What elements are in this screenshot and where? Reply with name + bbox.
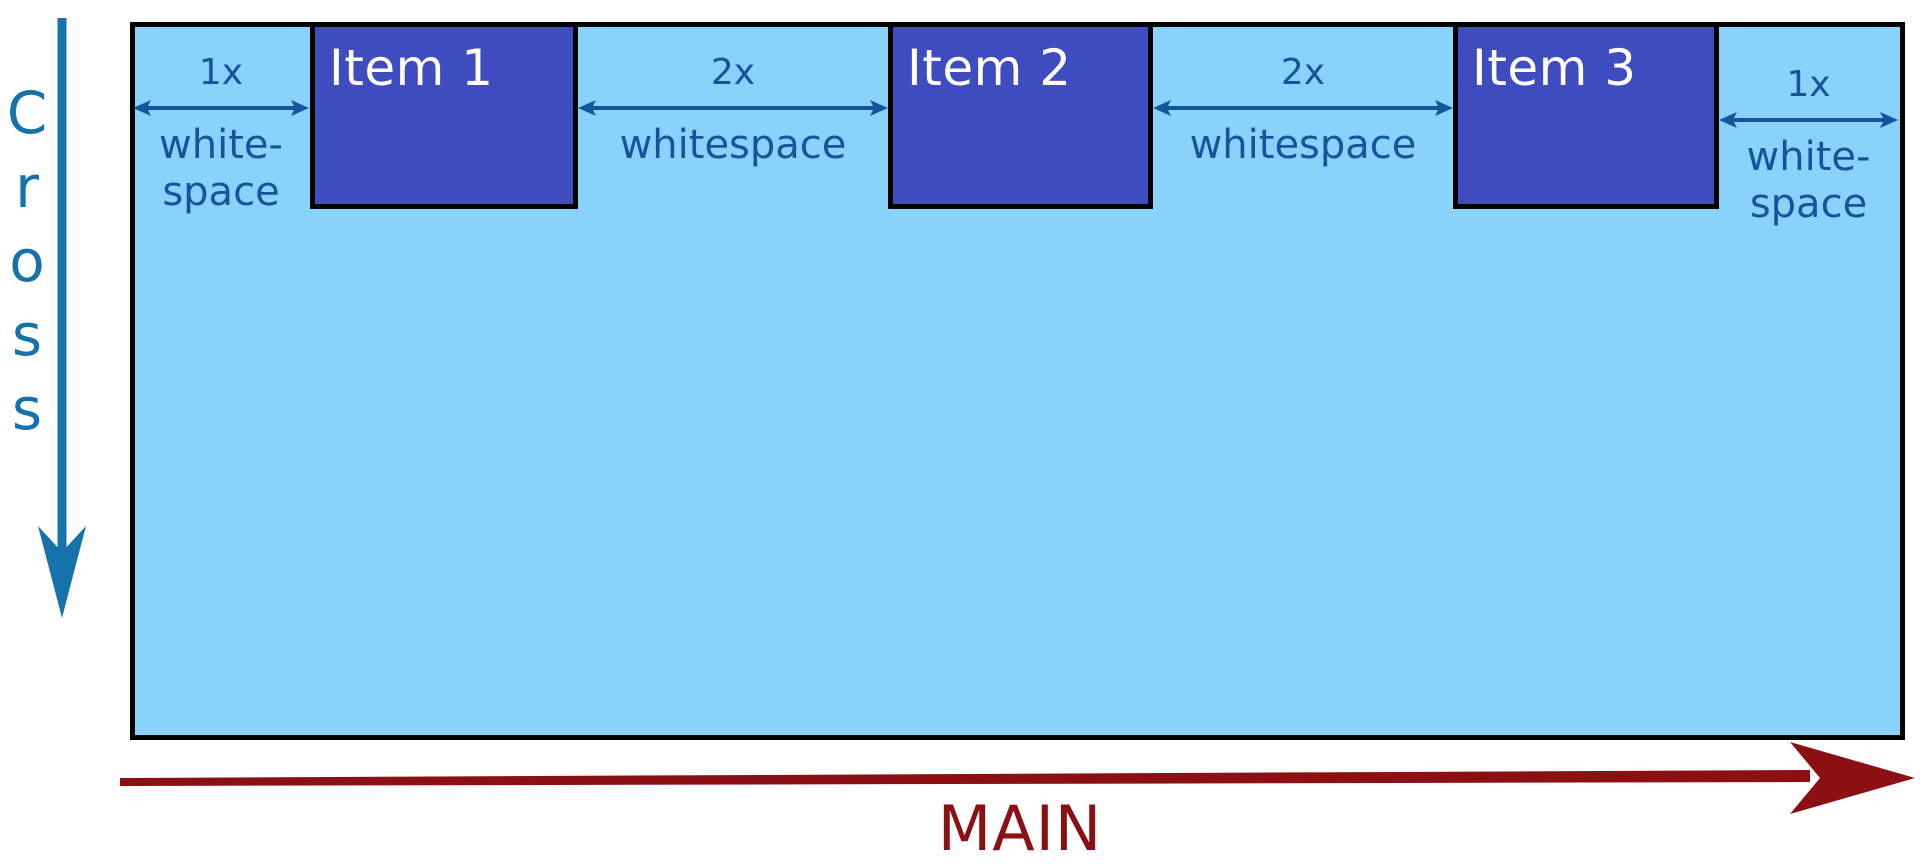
measure-factor: 1x — [1786, 64, 1831, 105]
measure-whitespace-between-1-2: 2x whitespace — [578, 53, 888, 168]
double-arrow-horizontal-icon — [133, 100, 309, 116]
measure-whitespace-between-2-3: 2x whitespace — [1153, 53, 1453, 168]
double-arrow-horizontal-icon — [578, 100, 888, 116]
flex-item-label: Item 2 — [907, 39, 1072, 97]
double-arrow-horizontal-icon — [1153, 100, 1453, 116]
measure-caption-line1: white- — [159, 122, 283, 168]
flex-item-3[interactable]: Item 3 — [1453, 22, 1719, 209]
cross-axis-group: C r o s s — [0, 18, 110, 618]
flex-item-1[interactable]: Item 1 — [310, 22, 578, 209]
flex-item-2[interactable]: Item 2 — [888, 22, 1153, 209]
measure-caption: whitespace — [578, 122, 888, 169]
flex-item-label: Item 1 — [329, 39, 494, 97]
measure-factor: 2x — [710, 52, 756, 93]
main-axis-label: MAIN — [937, 792, 1103, 865]
measure-caption-line1: white- — [1746, 134, 1871, 180]
arrow-down-icon — [38, 18, 86, 618]
measure-caption: white- space — [133, 122, 309, 216]
measure-caption-line2: space — [1749, 181, 1868, 227]
measure-caption: white- space — [1719, 134, 1898, 228]
measure-factor: 2x — [1280, 52, 1326, 93]
measure-whitespace-left: 1x white- space — [133, 53, 309, 215]
measure-caption-line1: whitespace — [1189, 122, 1417, 168]
measure-caption: whitespace — [1153, 122, 1453, 169]
measure-caption-line2: space — [162, 169, 280, 215]
diagram-canvas: C r o s s Item 1 Item 2 Item 3 1x white-… — [0, 0, 1920, 865]
measure-factor: 1x — [198, 52, 244, 93]
main-axis-group: MAIN — [120, 742, 1920, 865]
measure-whitespace-right: 1x white- space — [1719, 65, 1898, 227]
measure-caption-line1: whitespace — [619, 122, 847, 168]
flex-item-label: Item 3 — [1472, 39, 1637, 97]
double-arrow-horizontal-icon — [1719, 112, 1898, 128]
